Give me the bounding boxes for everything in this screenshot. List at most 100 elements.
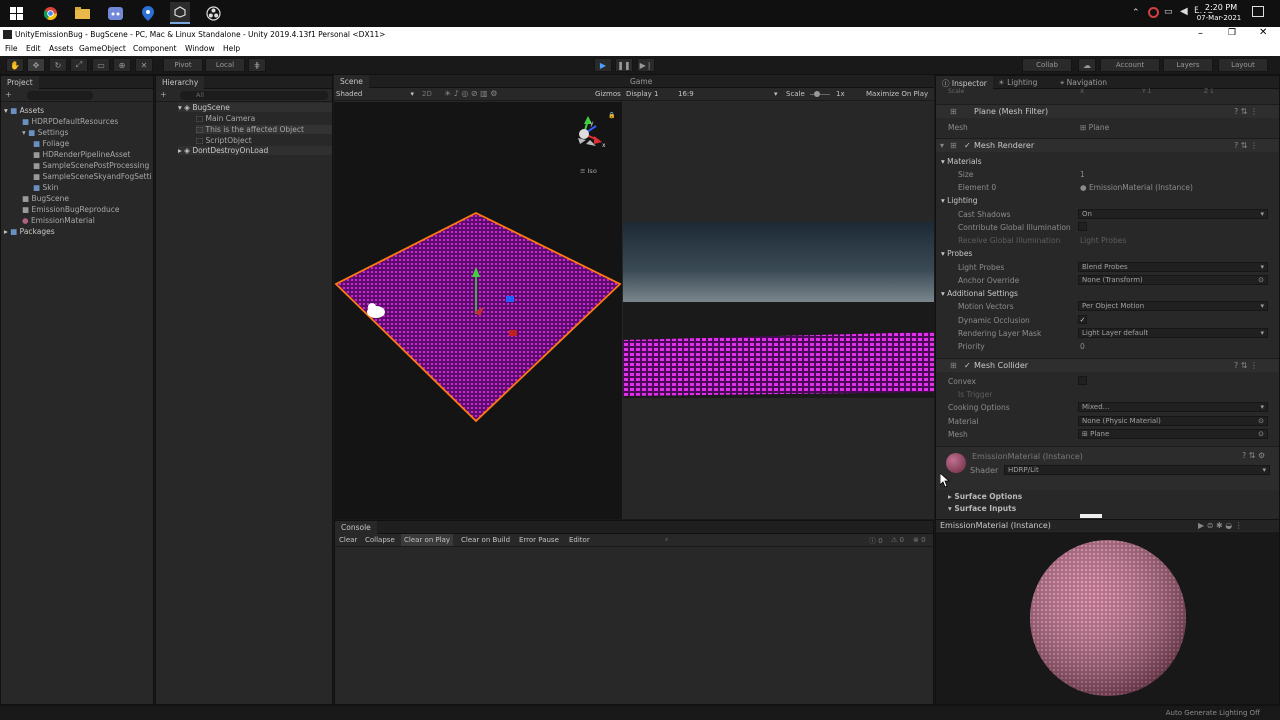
foldout-arrow-icon[interactable]: ▾ xyxy=(940,141,944,150)
ddol-scene-row[interactable]: ▸ ◈ DontDestroyOnLoad xyxy=(178,146,332,155)
project-assets-root[interactable]: ▾ ■ Assets xyxy=(4,106,44,115)
hierarchy-item-selected[interactable]: ⬚ This is the affected Object xyxy=(196,125,332,134)
rotate-tool-icon[interactable]: ↻ xyxy=(49,58,67,72)
aspect-dropdown[interactable]: 16:9 xyxy=(678,90,694,98)
local-toggle[interactable]: Local xyxy=(205,58,245,72)
error-count[interactable]: ⊗ 0 xyxy=(913,536,926,544)
warning-count[interactable]: ⚠ 0 xyxy=(891,536,904,544)
mesh-filter-header[interactable]: ⊞ Plane (Mesh Filter) ? ⇅ ⋮ xyxy=(936,104,1279,118)
collider-mesh-field[interactable]: ⊞ Plane ⊙ xyxy=(1078,429,1268,439)
scene-root-row[interactable]: ▾ ◈ BugScene xyxy=(178,103,332,112)
menu-assets[interactable]: Assets xyxy=(49,44,73,53)
additional-settings-foldout[interactable]: ▾ Additional Settings xyxy=(941,289,1018,298)
clock-date[interactable]: 07-Mar-2021 xyxy=(1194,14,1244,22)
maximize-icon[interactable]: ❐ xyxy=(1228,28,1236,38)
clear-on-build-toggle[interactable]: Clear on Build xyxy=(461,536,510,544)
materials-foldout[interactable]: ▾ Materials xyxy=(941,157,982,166)
display-dropdown[interactable]: Display 1 xyxy=(626,90,658,98)
priority-field[interactable]: 0 xyxy=(1080,342,1085,351)
component-settings-icon[interactable]: ? ⇅ ⋮ xyxy=(1234,361,1258,370)
maximize-on-play-toggle[interactable]: Maximize On Play xyxy=(866,90,928,98)
pause-button[interactable]: ❚❚ xyxy=(615,58,633,72)
material-header[interactable]: EmissionMaterial (Instance) Shader HDRP/… xyxy=(936,446,1279,490)
surface-options-foldout[interactable]: ▸ Surface Options xyxy=(948,492,1022,501)
menu-edit[interactable]: Edit xyxy=(26,44,41,53)
enable-checkbox[interactable]: ✓ xyxy=(964,141,971,150)
2d-toggle[interactable]: 2D xyxy=(422,90,432,98)
hierarchy-item[interactable]: ⬚ Main Camera xyxy=(196,114,255,123)
collapse-button[interactable]: Collapse xyxy=(365,536,395,544)
clear-button[interactable]: Clear xyxy=(339,536,357,544)
project-item[interactable]: ■ Foliage xyxy=(33,139,69,148)
rendering-layer-mask-dropdown[interactable]: Light Layer default ▾ xyxy=(1078,328,1268,338)
menu-help[interactable]: Help xyxy=(223,44,240,53)
scale-x[interactable]: X xyxy=(1080,88,1084,95)
custom-tool-icon[interactable]: ✕ xyxy=(135,58,153,72)
tray-app-icon[interactable] xyxy=(1148,7,1159,18)
anchor-override-field[interactable]: None (Transform) ⊙ xyxy=(1078,275,1268,285)
surface-inputs-foldout[interactable]: ▾ Surface Inputs xyxy=(948,504,1016,513)
error-pause-toggle[interactable]: Error Pause xyxy=(519,536,559,544)
scale-y[interactable]: Y 1 xyxy=(1142,88,1151,95)
project-item[interactable]: ■ EmissionBugReproduce xyxy=(22,205,120,214)
windows-start-icon[interactable] xyxy=(7,4,25,22)
orientation-gizmo[interactable]: x y 🔒 xyxy=(566,110,615,160)
scale-slider-handle[interactable] xyxy=(814,91,820,97)
menu-window[interactable]: Window xyxy=(185,44,215,53)
unity-taskbar-icon[interactable] xyxy=(170,2,190,24)
step-button[interactable]: ▶❘ xyxy=(637,58,655,72)
tab-game[interactable]: Game xyxy=(624,75,658,88)
project-search-input[interactable] xyxy=(27,91,93,100)
project-item[interactable]: ■ BugScene xyxy=(22,194,69,203)
scale-tool-icon[interactable]: ⤢ xyxy=(70,58,88,72)
component-settings-icon[interactable]: ? ⇅ ⚙ xyxy=(1242,451,1265,460)
create-plus-icon[interactable]: + xyxy=(160,90,167,99)
gizmos-dropdown[interactable]: Gizmos xyxy=(595,90,621,98)
component-settings-icon[interactable]: ? ⇅ ⋮ xyxy=(1234,141,1258,150)
project-item[interactable]: ■ Skin xyxy=(33,183,58,192)
tab-project[interactable]: Project xyxy=(1,76,39,89)
dynamic-occlusion-checkbox[interactable]: ✓ xyxy=(1078,315,1087,324)
obs-icon[interactable] xyxy=(204,4,222,22)
project-item[interactable]: ● EmissionMaterial xyxy=(22,216,95,225)
project-packages-root[interactable]: ▸ ■ Packages xyxy=(4,227,55,236)
element0-field[interactable]: ● EmissionMaterial (Instance) xyxy=(1080,183,1193,192)
lighting-toggle-icon[interactable]: ☀ ♪ ◎ ⊘ ▥ ⚙ xyxy=(444,89,497,98)
layout-dropdown[interactable]: Layout xyxy=(1218,58,1268,72)
create-plus-icon[interactable]: + xyxy=(5,90,12,99)
move-tool-icon[interactable]: ✥ xyxy=(27,58,45,72)
play-button[interactable]: ▶ xyxy=(594,58,612,72)
lighting-foldout[interactable]: ▾ Lighting xyxy=(941,196,977,205)
clock-time[interactable]: 2:20 PM xyxy=(1198,3,1244,12)
tab-console[interactable]: Console xyxy=(335,521,377,534)
mesh-field[interactable]: ⊞ Plane xyxy=(1080,123,1109,132)
tab-scene[interactable]: Scene xyxy=(334,75,369,88)
menu-gameobject[interactable]: GameObject xyxy=(79,44,126,53)
minimize-icon[interactable]: – xyxy=(1198,28,1203,39)
tab-inspector[interactable]: ⓘ Inspector xyxy=(936,76,993,89)
editor-dropdown[interactable]: Editor xyxy=(569,536,590,544)
hierarchy-search-input[interactable]: All xyxy=(180,91,328,100)
light-probes-dropdown[interactable]: Blend Probes ▾ xyxy=(1078,262,1268,272)
cooking-options-dropdown[interactable]: Mixed... ▾ xyxy=(1078,402,1268,412)
project-item[interactable]: ■ SampleSceneSkyandFogSetti xyxy=(33,172,152,181)
cloud-icon[interactable]: ☁ xyxy=(1078,58,1096,72)
cast-shadows-dropdown[interactable]: On ▾ xyxy=(1078,209,1268,219)
project-item[interactable]: ■ HDRenderPipelineAsset xyxy=(33,150,130,159)
shading-mode-dropdown[interactable]: Shaded ▾ xyxy=(336,90,414,98)
iso-label[interactable]: ≡ Iso xyxy=(580,167,597,175)
preview-controls-icon[interactable]: ▶ ⊜ ✱ ◒ ⋮ xyxy=(1198,521,1243,530)
grid-snap-icon[interactable]: ⋕ xyxy=(248,58,266,72)
menu-component[interactable]: Component xyxy=(133,44,177,53)
hierarchy-item[interactable]: ⬚ ScriptObject xyxy=(196,136,252,145)
auto-generate-lighting-status[interactable]: Auto Generate Lighting Off xyxy=(1166,709,1260,717)
rect-tool-icon[interactable]: ▭ xyxy=(92,58,110,72)
chrome-icon[interactable] xyxy=(41,4,59,22)
hand-tool-icon[interactable]: ✋ xyxy=(6,58,24,72)
collab-dropdown[interactable]: Collab xyxy=(1022,58,1072,72)
base-color-swatch[interactable] xyxy=(1080,514,1102,518)
close-icon[interactable]: ✕ xyxy=(1259,27,1267,38)
network-icon[interactable]: ▭ xyxy=(1164,7,1173,17)
component-settings-icon[interactable]: ? ⇅ ⋮ xyxy=(1234,107,1258,116)
file-explorer-icon[interactable] xyxy=(73,4,91,22)
